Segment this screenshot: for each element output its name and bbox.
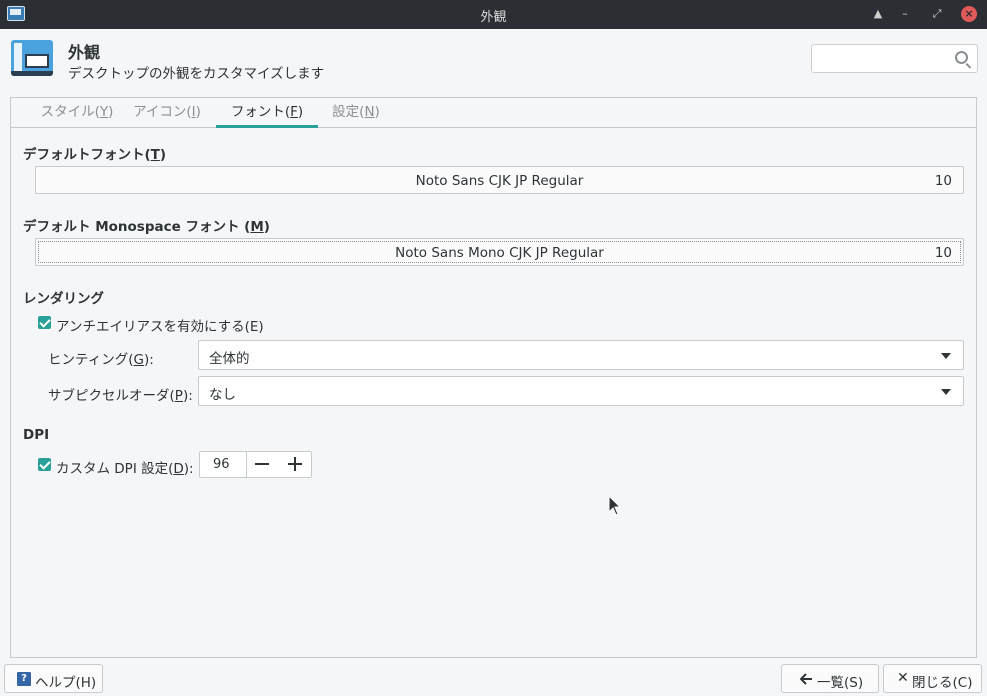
tab-bar: スタイル(Y) アイコン(I) フォント(F) 設定(N) [11, 98, 976, 128]
eject-icon[interactable]: ▲ [869, 5, 887, 23]
search-icon [955, 51, 968, 64]
subpixel-label: サブピクセルオーダ(P): [48, 388, 193, 404]
close-button[interactable]: ✕ 閉じる(C) [883, 664, 982, 693]
custom-dpi-checkbox[interactable] [38, 458, 51, 471]
close-icon: ✕ [897, 670, 909, 686]
default-font-heading: デフォルトフォント(T) [23, 147, 167, 163]
antialias-checkbox[interactable] [38, 316, 51, 329]
dpi-spinner[interactable]: 96 [199, 451, 312, 478]
default-font-button[interactable]: Noto Sans CJK JP Regular 10 [35, 166, 964, 194]
arrow-left-icon [800, 673, 812, 685]
maximize-button[interactable]: ⤢ [928, 5, 946, 23]
antialias-label: アンチエイリアスを有効にする(E) [56, 319, 264, 335]
all-settings-button[interactable]: 一覧(S) [781, 664, 879, 693]
help-icon: ? [17, 672, 31, 686]
appearance-icon [11, 40, 53, 76]
subpixel-value: なし [209, 387, 236, 403]
tab-style[interactable]: スタイル(Y) [20, 98, 134, 128]
decrement-button[interactable] [255, 463, 269, 465]
page-title: 外観 [68, 43, 101, 62]
hinting-value: 全体的 [209, 351, 250, 367]
mono-font-button[interactable]: Noto Sans Mono CJK JP Regular 10 [35, 238, 964, 266]
mono-font-size: 10 [934, 245, 952, 261]
default-font-name: Noto Sans CJK JP Regular [415, 173, 584, 189]
hinting-label: ヒンティング(G): [48, 352, 154, 368]
search-input[interactable] [811, 44, 978, 73]
minimize-button[interactable]: – [896, 5, 914, 23]
chevron-down-icon [941, 389, 951, 395]
mouse-cursor-icon [608, 495, 622, 516]
title-bar: 外観 ▲ – ⤢ × [0, 0, 987, 29]
custom-dpi-label: カスタム DPI 設定(D): [56, 461, 194, 477]
default-font-size: 10 [934, 173, 952, 189]
subpixel-select[interactable]: なし [198, 376, 964, 406]
help-button[interactable]: ? ヘルプ(H) [4, 664, 103, 693]
window-title: 外観 [480, 10, 507, 25]
mono-font-name: Noto Sans Mono CJK JP Regular [395, 245, 604, 261]
mono-font-heading: デフォルト Monospace フォント (M) [23, 219, 270, 235]
dpi-heading: DPI [23, 427, 50, 443]
dialog-header: 外観 デスクトップの外観をカスタマイズします [0, 29, 987, 92]
tab-icons[interactable]: アイコン(I) [124, 98, 210, 128]
chevron-down-icon [941, 353, 951, 359]
hinting-select[interactable]: 全体的 [198, 340, 964, 370]
page-subtitle: デスクトップの外観をカスタマイズします [68, 66, 325, 82]
close-window-button[interactable]: × [961, 6, 977, 22]
tab-fonts[interactable]: フォント(F) [216, 98, 318, 128]
tab-settings[interactable]: 設定(N) [327, 98, 385, 128]
dpi-value[interactable]: 96 [213, 457, 230, 472]
rendering-heading: レンダリング [23, 291, 104, 307]
